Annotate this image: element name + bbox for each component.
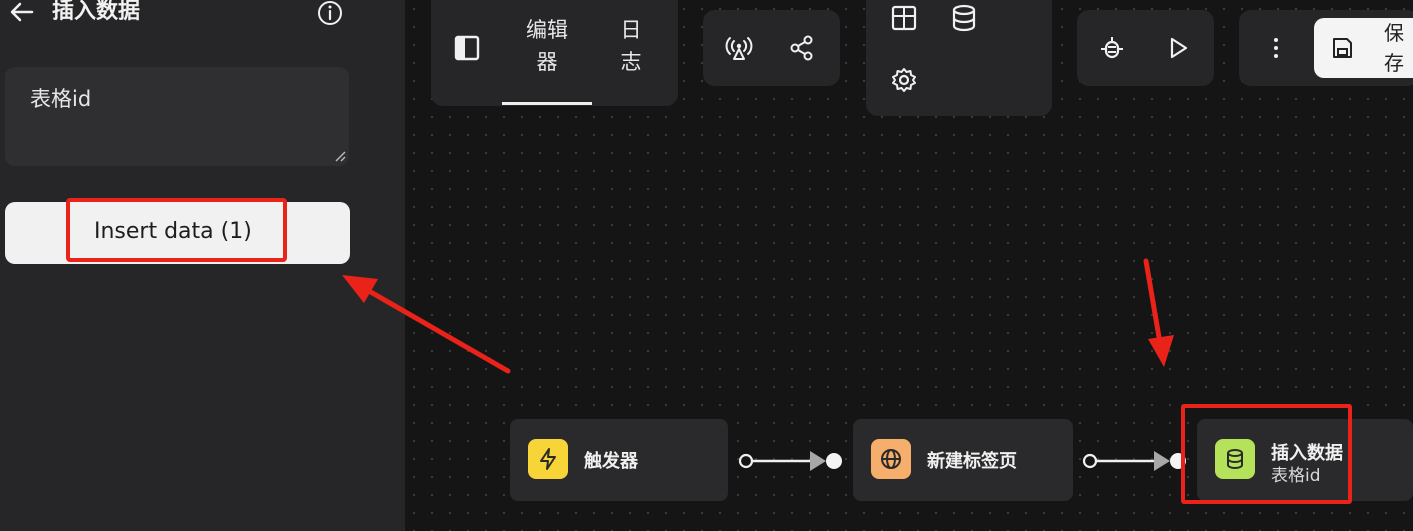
tab-editor-line1: 编辑 [526,18,568,42]
save-disk-icon [1333,38,1352,58]
table-id-textarea[interactable]: 表格id [5,67,349,166]
node-trigger-title: 触发器 [584,451,638,472]
node-trigger[interactable]: 触发器 [510,419,728,501]
toolbar-group-share [703,10,840,86]
database-icon[interactable] [950,4,978,32]
table-icon[interactable] [890,4,918,32]
more-vertical-icon[interactable] [1262,34,1290,62]
settings-gear-icon[interactable] [890,66,918,94]
textarea-value: 表格id [30,87,92,111]
sidebar-toggle-icon[interactable] [453,34,481,62]
annotation-arrow-to-node [1143,258,1174,367]
tab-log[interactable]: 日 志 [613,14,649,78]
share-icon[interactable] [788,34,816,62]
panel-title: 插入数据 [52,0,141,24]
node-trigger-badge [528,439,568,479]
play-icon[interactable] [1164,34,1192,62]
edge-trigger-to-newtab [738,451,842,471]
save-button[interactable]: 保存 [1314,18,1413,78]
globe-icon [881,449,901,469]
panel-header: 插入数据 [0,0,405,36]
tab-log-line1: 日 [620,18,642,42]
tab-editor-line2: 器 [536,50,558,74]
annotation-arrow-to-button [342,275,511,374]
tab-log-line2: 志 [620,50,642,74]
broadcast-icon[interactable] [725,34,753,62]
back-arrow-icon[interactable] [8,0,36,26]
active-tab-indicator [502,102,592,105]
node-new-tab[interactable]: 新建标签页 [853,419,1073,501]
lightning-icon [540,448,556,470]
info-icon[interactable] [315,0,345,28]
node-new-tab-badge [871,439,911,479]
highlight-box-insert-button [66,198,287,262]
highlight-box-insert-node [1181,404,1352,504]
save-label: 保存 [1384,21,1404,75]
edge-newtab-to-insert [1082,451,1186,471]
tab-editor[interactable]: 编辑 器 [517,14,577,78]
debug-bug-icon[interactable] [1098,34,1126,62]
node-new-tab-title: 新建标签页 [927,451,1017,472]
resize-handle-icon[interactable] [334,150,346,162]
